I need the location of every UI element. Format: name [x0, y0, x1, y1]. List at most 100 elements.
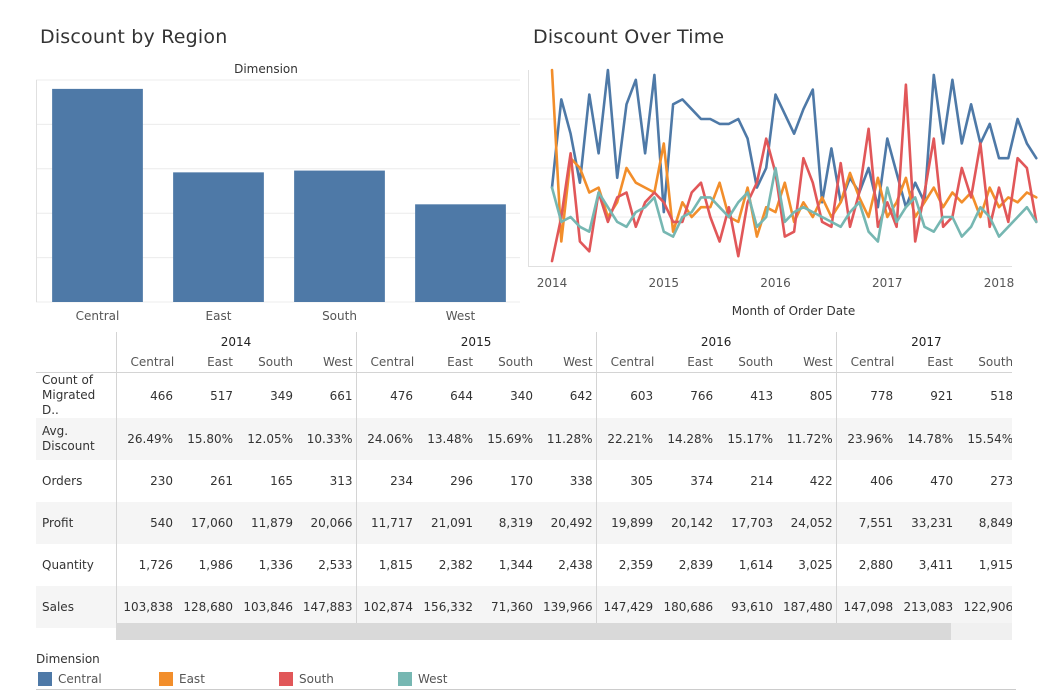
table-cell: 2,533 — [318, 558, 353, 572]
table-cell: 1,915 — [978, 558, 1012, 572]
table-cell: 21,091 — [431, 516, 474, 530]
table-cell: 1,986 — [198, 558, 233, 572]
year-header: 2014 — [220, 335, 252, 349]
table-cell: 23.96% — [835, 418, 897, 460]
table-cell: 165 — [270, 474, 293, 488]
table-cell: 1,336 — [258, 558, 293, 572]
table-cell: 93,610 — [731, 600, 774, 614]
region-header: Central — [835, 352, 897, 373]
year-header: 2016 — [595, 332, 837, 352]
region-header: South — [956, 352, 1012, 373]
table-cell: 20,142 — [671, 516, 714, 530]
table-cell: 422 — [809, 474, 833, 488]
table-cell: 470 — [930, 474, 954, 488]
legend-label: East — [179, 672, 205, 686]
bar-west — [415, 204, 506, 302]
table-cell: 122,906 — [963, 600, 1012, 614]
table-cell: 214 — [750, 474, 774, 488]
table-cell: 15.80% — [187, 432, 233, 446]
table-row: Orders 230 261 165 313 234 296 170 338 305 374 214 4… — [36, 460, 1012, 502]
crosstab-table: 2014 2015 2016 2017 Central East South West Cent… — [36, 332, 1012, 640]
table-cell: 24,052 — [790, 516, 833, 530]
table-cell: 661 — [329, 388, 353, 403]
line-tick-label: 2014 — [537, 276, 568, 290]
legend-item-south[interactable]: South — [279, 671, 334, 687]
scrollbar-thumb[interactable] — [116, 623, 951, 640]
table-cell: 603 — [595, 372, 657, 418]
table-cell: 71,360 — [491, 600, 534, 614]
line-series-central — [550, 68, 1038, 214]
table-cell: 103,838 — [123, 600, 173, 614]
bar-tick-label: West — [446, 309, 476, 323]
table-cell: 313 — [329, 474, 353, 488]
table-cell: 466 — [150, 388, 173, 403]
table-cell: 296 — [450, 474, 474, 488]
bar-chart: Dimension Central East South West — [36, 62, 520, 323]
row-label: Count of Migrated D.. — [36, 372, 117, 418]
region-header: South — [236, 352, 296, 373]
bar-tick-label: Central — [76, 309, 120, 323]
year-header: 2015 — [355, 332, 597, 352]
table-cell: 2,839 — [678, 558, 714, 572]
table-cell: 170 — [510, 474, 534, 488]
table-cell: 766 — [690, 388, 714, 403]
table-cell: 644 — [450, 388, 474, 403]
table-cell: 374 — [690, 474, 714, 488]
table-cell: 305 — [595, 460, 657, 502]
table-cell: 7,551 — [835, 502, 897, 544]
table-cell: 22.21% — [595, 418, 657, 460]
region-header: Central — [595, 352, 657, 373]
legend-divider — [36, 689, 1016, 690]
table-cell: 11.28% — [546, 432, 593, 446]
table-cell: 19,899 — [595, 502, 657, 544]
table-cell: 15.69% — [487, 432, 534, 446]
legend-swatch — [38, 672, 52, 686]
table-cell: 24.06% — [355, 418, 417, 460]
table-cell: 3,025 — [798, 558, 833, 572]
table-row: Quantity 1,726 1,986 1,336 2,533 1,815 2,382 1,… — [36, 544, 1012, 586]
legend-title: Dimension — [36, 652, 100, 666]
table-cell: 230 — [150, 474, 173, 488]
table-cell: 156,332 — [423, 600, 474, 614]
table-cell: 14.28% — [667, 432, 714, 446]
legend-swatch — [279, 672, 293, 686]
table-cell: 20,066 — [310, 516, 353, 530]
region-header: West — [296, 352, 357, 373]
table-row: Avg. Discount 26.49% 15.80% 12.05% 10.33% 24.… — [36, 418, 1012, 460]
table-row: Sales 103,838 128,680 103,846 147,883 102,874… — [36, 586, 1012, 628]
table-cell: 11.72% — [786, 432, 833, 446]
legend-item-central[interactable]: Central — [38, 671, 102, 687]
table-cell: 921 — [930, 388, 954, 403]
region-header: South — [716, 352, 777, 373]
table-cell: 406 — [835, 460, 897, 502]
line-tick-label: 2015 — [648, 276, 679, 290]
table-cell: 261 — [210, 474, 233, 488]
horizontal-scrollbar[interactable] — [116, 623, 1012, 640]
table-cell: 147,098 — [835, 586, 897, 628]
table-cell: 540 — [150, 516, 173, 530]
table-cell: 413 — [750, 388, 774, 403]
table-cell: 17,703 — [731, 516, 774, 530]
bar-south — [294, 170, 385, 302]
row-label: Orders — [36, 460, 117, 502]
region-header: Central — [355, 352, 417, 373]
region-header: East — [416, 352, 477, 373]
bar-east — [173, 172, 264, 302]
legend-item-west[interactable]: West — [398, 671, 448, 687]
legend-label: South — [299, 672, 334, 686]
legend-item-east[interactable]: East — [159, 671, 205, 687]
table-cell: 26.49% — [127, 432, 173, 446]
table-cell: 1,815 — [355, 544, 417, 586]
table-cell: 187,480 — [783, 600, 833, 614]
region-header: East — [896, 352, 957, 373]
table-cell: 273 — [990, 474, 1012, 488]
table-cell: 8,849 — [978, 516, 1012, 530]
legend-label: Central — [58, 672, 102, 686]
header-corner — [36, 332, 117, 352]
bar-tick-label: South — [322, 309, 357, 323]
region-header: East — [176, 352, 236, 373]
row-label: Profit — [36, 502, 117, 544]
table-cell: 805 — [809, 388, 833, 403]
line-tick-label: 2017 — [872, 276, 903, 290]
bar-chart-title: Discount by Region — [40, 26, 228, 48]
